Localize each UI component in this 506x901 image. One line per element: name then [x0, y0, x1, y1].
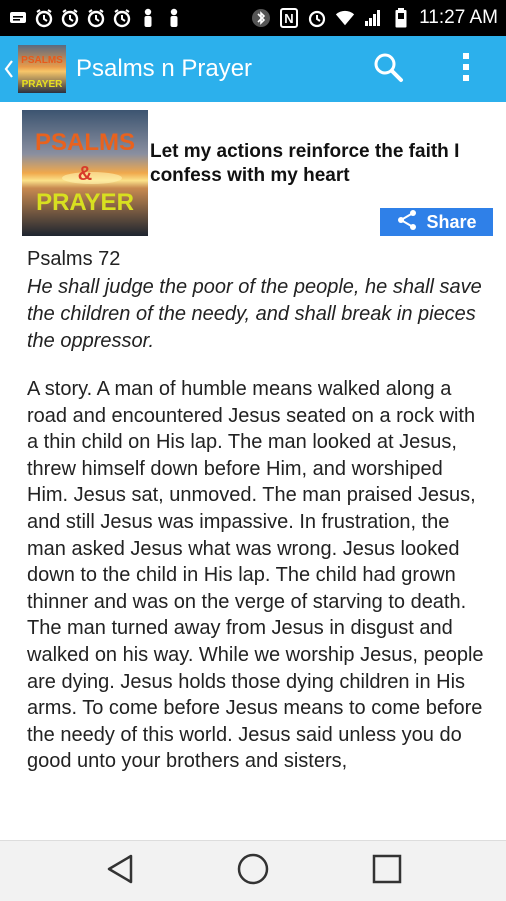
nfc-icon: N [279, 8, 299, 28]
logo-text-bottom: PRAYER [22, 79, 64, 90]
nav-home-button[interactable] [231, 851, 275, 891]
alarm-icon [34, 8, 54, 28]
alarm-icon [60, 8, 80, 28]
image-text-mid: & [78, 163, 92, 185]
app-logo[interactable]: PSALMS PRAYER [18, 45, 66, 93]
status-system-icons: N 11:27 AM [251, 7, 498, 29]
bluetooth-icon [251, 8, 271, 28]
image-text-top: PSALMS [35, 129, 135, 156]
search-button[interactable] [368, 50, 408, 88]
app-title: Psalms n Prayer [76, 55, 253, 82]
home-icon [236, 852, 270, 890]
more-vert-icon [462, 52, 470, 86]
nav-recents-button[interactable] [365, 851, 409, 891]
scripture-reference: Psalms 72 [27, 248, 121, 270]
share-label: Share [426, 211, 477, 232]
up-navigation-icon[interactable] [2, 36, 16, 102]
scripture-verse: He shall judge the poor of the people, h… [27, 276, 482, 352]
status-bar: N 11:27 AM [0, 0, 506, 36]
person-icon [138, 8, 158, 28]
alarm-icon [112, 8, 132, 28]
share-button[interactable]: Share [380, 208, 493, 236]
share-icon [396, 209, 418, 236]
daily-quote: Let my actions reinforce the faith I con… [150, 141, 460, 186]
back-icon [105, 853, 135, 889]
status-time: 11:27 AM [419, 7, 498, 28]
alarm-clock-icon [307, 8, 327, 28]
status-notification-icons [8, 8, 184, 28]
navigation-bar [0, 840, 506, 901]
alarm-icon [86, 8, 106, 28]
content-area: PSALMS & PRAYER Let my actions reinforce… [0, 102, 506, 840]
image-text-bottom: PRAYER [36, 189, 134, 216]
signal-icon [363, 8, 383, 28]
app-bar: PSALMS PRAYER Psalms n Prayer [0, 36, 506, 102]
svg-text:N: N [284, 11, 293, 26]
message-icon [8, 8, 28, 28]
battery-icon [391, 8, 411, 28]
overflow-menu-button[interactable] [452, 50, 480, 88]
recents-icon [371, 853, 403, 889]
search-icon [372, 51, 404, 87]
wifi-icon [335, 8, 355, 28]
logo-text-top: PSALMS [21, 55, 63, 66]
psalms-prayer-image: PSALMS & PRAYER [22, 110, 148, 236]
nav-back-button[interactable] [98, 851, 142, 891]
story-text: A story. A man of humble means walked al… [27, 378, 484, 773]
person-icon [164, 8, 184, 28]
